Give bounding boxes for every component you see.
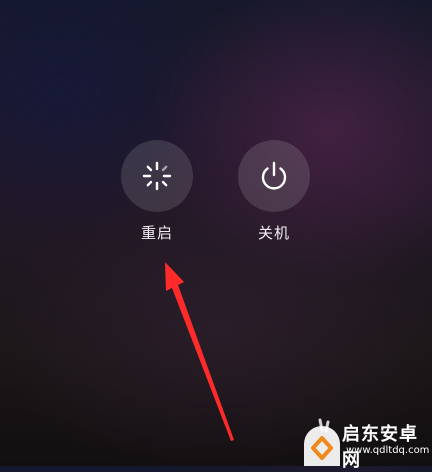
shutdown-label: 关机 [257,224,290,242]
watermark-logo [304,418,340,466]
power-icon [261,161,287,190]
watermark: 启东安卓网 www.qdltdq.com [300,414,432,471]
restart-button[interactable] [121,140,193,212]
restart-spinner-icon [142,161,172,191]
restart-option[interactable]: 重启 [112,140,202,243]
shutdown-option[interactable]: 关机 [229,140,319,243]
red-arrow-annotation [165,262,234,441]
watermark-url: www.qdltdq.com [346,445,430,456]
restart-label: 重启 [140,224,173,242]
shutdown-button[interactable] [238,140,310,212]
